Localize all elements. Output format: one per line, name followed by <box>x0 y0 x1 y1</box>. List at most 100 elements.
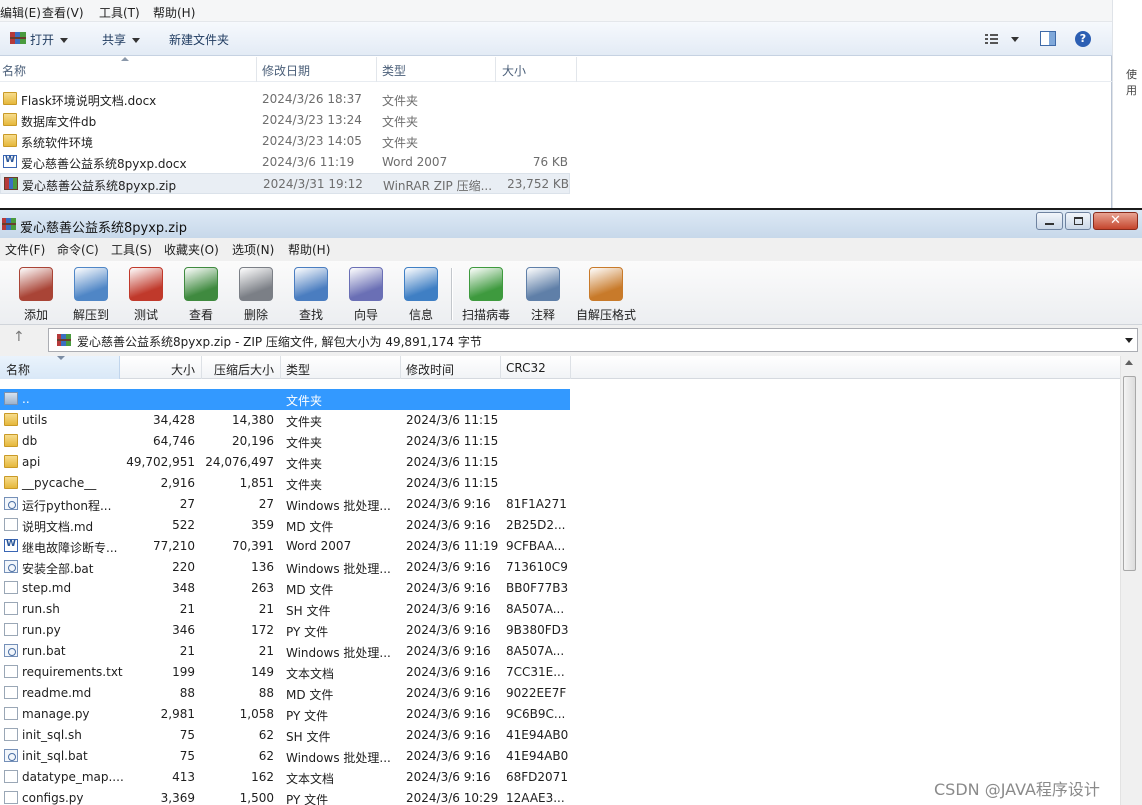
maximize-button[interactable] <box>1065 212 1091 230</box>
close-button[interactable]: ✕ <box>1093 212 1138 230</box>
toolbar-separator <box>451 268 453 320</box>
entry-name: manage.py <box>22 707 90 721</box>
column-name[interactable]: 名称 <box>6 361 30 378</box>
menu-help[interactable]: 帮助(H) <box>288 241 330 258</box>
column-packed-size[interactable]: 压缩后大小 <box>201 361 274 378</box>
entry-packed-size: 149 <box>251 665 274 679</box>
menu-tools[interactable]: 工具(T) <box>99 4 140 21</box>
archive-row[interactable]: requirements.txt 199 149 文本文档 2024/3/6 9:16 7… <box>0 662 1120 683</box>
menu-view[interactable]: 查看(V) <box>42 4 84 21</box>
archive-row[interactable]: .. 文件夹 <box>0 389 1120 410</box>
archive-row[interactable]: api 49,702,951 24,076,497 文件夹 2024/3/6 11:15 <box>0 452 1120 473</box>
file-row[interactable]: 数据库文件db 2024/3/23 13:24 文件夹 <box>0 110 570 131</box>
entry-size: 348 <box>172 581 195 595</box>
menu-tools[interactable]: 工具(S) <box>111 241 152 258</box>
file-size: 23,752 KB <box>507 177 569 191</box>
delete-icon <box>239 267 273 301</box>
toolbar-button-label: 扫描病毒 <box>461 308 510 322</box>
menu-commands[interactable]: 命令(C) <box>57 241 99 258</box>
menu-options[interactable]: 选项(N) <box>232 241 274 258</box>
archive-row[interactable]: 继电故障诊断专... 77,210 70,391 Word 2007 2024/3/6 … <box>0 536 1120 557</box>
path-bar: ↑ 爱心慈善公益系统8pyxp.zip - ZIP 压缩文件, 解包大小为 49… <box>0 326 1142 354</box>
menu-edit[interactable]: 编辑(E) <box>0 4 41 21</box>
share-button[interactable]: 共享 <box>102 31 141 48</box>
archive-row[interactable]: 运行python程... 27 27 Windows 批处理... 2024/3/6 9… <box>0 494 1120 515</box>
entry-size: 21 <box>179 644 195 658</box>
archive-row[interactable]: init_sql.sh 75 62 SH 文件 2024/3/6 9:16 41E94AB… <box>0 725 1120 746</box>
open-button[interactable]: 打开 <box>30 31 69 48</box>
archive-row[interactable]: run.py 346 172 PY 文件 2024/3/6 9:16 9B380FD3 <box>0 620 1120 641</box>
find-icon <box>294 267 328 301</box>
help-icon[interactable]: ? <box>1075 31 1091 47</box>
column-date[interactable]: 修改日期 <box>262 62 310 79</box>
archive-row[interactable]: run.bat 21 21 Windows 批处理... 2024/3/6 9:16 8A… <box>0 641 1120 662</box>
archive-row[interactable]: __pycache__ 2,916 1,851 文件夹 2024/3/6 11:15 <box>0 473 1120 494</box>
menu-favorites[interactable]: 收藏夹(O) <box>164 241 219 258</box>
entry-size: 34,428 <box>153 413 195 427</box>
toolbar-button-1[interactable]: 解压到 <box>61 265 121 323</box>
path-field[interactable]: 爱心慈善公益系统8pyxp.zip - ZIP 压缩文件, 解包大小为 49,8… <box>48 328 1138 352</box>
toolbar-button-10[interactable]: 自解压格式 <box>576 265 636 323</box>
minimize-button[interactable] <box>1036 212 1063 230</box>
file-row[interactable]: Flask环境说明文档.docx 2024/3/26 18:37 文件夹 <box>0 89 570 110</box>
entry-type: 文件夹 <box>286 478 323 492</box>
archive-row[interactable]: utils 34,428 14,380 文件夹 2024/3/6 11:15 <box>0 410 1120 431</box>
file-row[interactable]: 爱心慈善公益系统8pyxp.zip 2024/3/31 19:12 WinRAR Z… <box>0 173 570 194</box>
archive-row[interactable]: 安装全部.bat 220 136 Windows 批处理... 2024/3/6 9:1… <box>0 557 1120 578</box>
parent-folder-icon <box>4 392 18 405</box>
new-folder-button[interactable]: 新建文件夹 <box>169 31 229 48</box>
entry-packed-size: 1,851 <box>239 476 274 490</box>
up-arrow-icon[interactable]: ↑ <box>13 329 25 345</box>
column-name[interactable]: 名称 <box>2 62 26 79</box>
column-size[interactable]: 大小 <box>502 62 526 79</box>
toolbar-button-6[interactable]: 向导 <box>336 265 396 323</box>
toolbar-button-5[interactable]: 查找 <box>281 265 341 323</box>
vertical-scrollbar[interactable] <box>1120 356 1137 805</box>
view-options-button[interactable] <box>985 32 1021 46</box>
toolbar-button-label: 删除 <box>243 308 268 322</box>
text-file-icon <box>4 791 18 804</box>
menu-help[interactable]: 帮助(H) <box>153 4 195 21</box>
file-date: 2024/3/31 19:12 <box>263 177 363 191</box>
preview-pane-icon[interactable] <box>1040 31 1056 46</box>
archive-row[interactable]: db 64,746 20,196 文件夹 2024/3/6 11:15 <box>0 431 1120 452</box>
column-crc32[interactable]: CRC32 <box>506 361 546 375</box>
column-modified[interactable]: 修改时间 <box>406 361 454 378</box>
path-dropdown-icon[interactable] <box>1125 338 1133 343</box>
entry-type: PY 文件 <box>286 709 329 723</box>
toolbar-button-7[interactable]: 信息 <box>391 265 451 323</box>
file-row[interactable]: 系统软件环境 2024/3/23 14:05 文件夹 <box>0 131 570 152</box>
entry-name: run.py <box>22 623 61 637</box>
side-panel: 使用 <box>1112 0 1142 208</box>
archive-row[interactable]: readme.md 88 88 MD 文件 2024/3/6 9:16 9022EE7F <box>0 683 1120 704</box>
column-size[interactable]: 大小 <box>120 361 195 378</box>
entry-size: 2,916 <box>160 476 195 490</box>
entry-name: readme.md <box>22 686 92 700</box>
entry-modified: 2024/3/6 9:16 <box>406 770 491 784</box>
archive-row[interactable]: 说明文档.md 522 359 MD 文件 2024/3/6 9:16 2B25D2... <box>0 515 1120 536</box>
entry-packed-size: 24,076,497 <box>205 455 274 469</box>
archive-row[interactable]: step.md 348 263 MD 文件 2024/3/6 9:16 BB0F77B3 <box>0 578 1120 599</box>
winrar-title-bar: 爱心慈善公益系统8pyxp.zip ✕ <box>0 208 1142 238</box>
scrollbar-thumb[interactable] <box>1123 376 1136 571</box>
toolbar-button-3[interactable]: 查看 <box>171 265 231 323</box>
file-type: 文件夹 <box>382 94 419 108</box>
entry-size: 220 <box>172 560 195 574</box>
entry-packed-size: 20,196 <box>232 434 274 448</box>
toolbar-button-2[interactable]: 测试 <box>116 265 176 323</box>
toolbar-button-0[interactable]: 添加 <box>6 265 66 323</box>
toolbar-button-8[interactable]: 扫描病毒 <box>456 265 516 323</box>
archive-row[interactable]: init_sql.bat 75 62 Windows 批处理... 2024/3/6 9… <box>0 746 1120 767</box>
column-type[interactable]: 类型 <box>286 361 310 378</box>
file-row[interactable]: 爱心慈善公益系统8pyxp.docx 2024/3/6 11:19 Word 200… <box>0 152 570 173</box>
folder-icon <box>4 455 18 468</box>
toolbar-button-9[interactable]: 注释 <box>513 265 573 323</box>
archive-row[interactable]: manage.py 2,981 1,058 PY 文件 2024/3/6 9:16 9C6… <box>0 704 1120 725</box>
sort-ascending-icon <box>121 57 129 61</box>
toolbar-button-4[interactable]: 删除 <box>226 265 286 323</box>
archive-row[interactable]: run.sh 21 21 SH 文件 2024/3/6 9:16 8A507A... <box>0 599 1120 620</box>
column-type[interactable]: 类型 <box>382 62 406 79</box>
scroll-up-icon[interactable] <box>1125 360 1133 365</box>
menu-file[interactable]: 文件(F) <box>5 241 45 258</box>
test-icon <box>129 267 163 301</box>
